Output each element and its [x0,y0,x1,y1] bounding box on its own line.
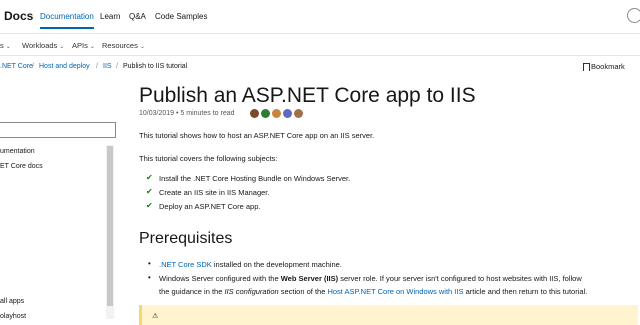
chevron-down-icon: ⌄ [5,44,11,50]
contributor-avatar[interactable] [261,109,270,118]
sidebar-item-net-core-docs[interactable]: ET Core docs [0,163,43,170]
article-meta: 10/03/2019 • 5 minutes to read [139,110,235,117]
subject-item: Create an IIS site in IIS Manager. [159,188,270,197]
breadcrumb-iis[interactable]: IIS [103,63,112,70]
sidebar-toc: umentation ET Core docs all apps olayhos… [0,80,118,320]
chevron-down-icon: ⌄ [59,44,65,50]
article-date: 10/03/2019 [139,110,175,117]
covers-paragraph: This tutorial covers the following subje… [139,154,278,163]
sidebar-item-all-apps[interactable]: all apps [0,298,24,305]
nav-documentation[interactable]: Documentation [40,12,94,29]
checkmark-icon: ✔ [146,187,153,196]
breadcrumb-separator: / [32,63,34,70]
contributor-avatar[interactable] [283,109,292,118]
host-aspnet-core-iis-link[interactable]: Host ASP.NET Core on Windows with IIS [327,287,463,296]
breadcrumb-separator: / [96,63,98,70]
secnav-resources[interactable]: Resources ⌄ [102,41,145,50]
checkmark-icon: ✔ [146,201,153,210]
contributor-avatar[interactable] [272,109,281,118]
secnav-apis[interactable]: APIs ⌄ [72,41,95,50]
read-time: 5 minutes to read [180,110,235,117]
breadcrumb-current: Publish to IIS tutorial [123,63,188,70]
nav-code-samples[interactable]: Code Samples [155,12,207,21]
filter-input[interactable] [0,122,116,138]
contributor-avatar[interactable] [294,109,303,118]
secondary-navigation: s ⌄ Workloads ⌄ APIs ⌄ Resources ⌄ [0,33,640,56]
prereq-item-windows-server-cont: the guidance in the IIS configuration se… [159,287,588,296]
bookmark-button[interactable]: Bookmark [591,62,625,71]
docs-brand-link[interactable]: Docs [4,9,33,23]
breadcrumb-host-deploy[interactable]: Host and deploy [39,63,90,70]
breadcrumb-separator: / [116,63,118,70]
secnav-products[interactable]: s ⌄ [0,41,11,50]
nav-learn[interactable]: Learn [100,12,120,21]
profile-icon[interactable] [627,8,640,23]
top-navigation: Docs Documentation Learn Q&A Code Sample… [0,0,640,34]
chevron-down-icon: ⌄ [89,44,95,50]
chevron-down-icon: ⌄ [139,44,145,50]
subject-item: Deploy an ASP.NET Core app. [159,202,261,211]
nav-qa[interactable]: Q&A [129,12,146,21]
page-title: Publish an ASP.NET Core app to IIS [139,84,476,107]
secnav-workloads[interactable]: Workloads ⌄ [22,41,64,50]
intro-paragraph: This tutorial shows how to host an ASP.N… [139,131,375,140]
prereq-item-windows-server: Windows Server configured with the Web S… [159,274,582,283]
breadcrumb-net-core[interactable]: .NET Core [0,63,33,70]
bullet: • [148,273,151,282]
sidebar-item-documentation[interactable]: umentation [0,148,35,155]
bookmark-icon [583,63,590,71]
subject-item: Install the .NET Core Hosting Bundle on … [159,174,351,183]
prereq-item-sdk: .NET Core SDK installed on the developme… [159,260,342,269]
sidebar-scrollbar-thumb[interactable] [107,146,113,306]
checkmark-icon: ✔ [146,173,153,182]
breadcrumb: .NET Core / Host and deploy / IIS / Publ… [0,56,640,78]
prerequisites-heading: Prerequisites [139,230,233,247]
net-core-sdk-link[interactable]: .NET Core SDK [159,260,212,269]
contributor-avatar[interactable] [250,109,259,118]
warning-note [139,305,638,325]
bullet: • [148,259,151,268]
